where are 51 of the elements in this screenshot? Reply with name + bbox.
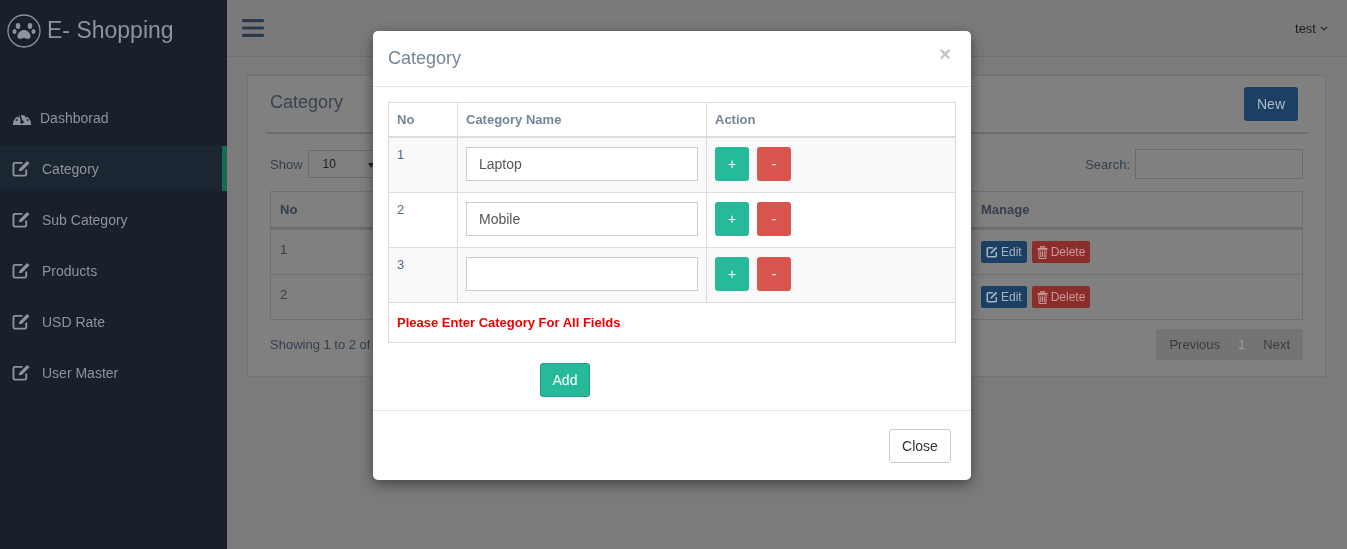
add-button[interactable]: Add <box>540 362 590 397</box>
page-link[interactable]: Previous <box>1160 337 1230 352</box>
add-row-button[interactable]: + <box>715 256 749 291</box>
column-header: No <box>279 201 299 219</box>
add-row-button[interactable]: + <box>715 147 749 181</box>
add-row-button[interactable]: + <box>715 201 749 236</box>
remove-row-button[interactable]: - <box>757 256 791 291</box>
user-menu[interactable]: test <box>1295 20 1328 36</box>
delete-button[interactable]: Delete <box>1031 286 1091 308</box>
brand-title: E- Shopping <box>47 17 174 44</box>
edit-icon <box>12 364 31 381</box>
menu-icon[interactable] <box>242 19 264 37</box>
category-input[interactable] <box>466 256 698 291</box>
table-info: Showing 1 to 2 of <box>270 337 371 352</box>
sidebar-item[interactable]: Products <box>0 248 227 293</box>
row-number: 1 <box>397 147 405 162</box>
edit-icon <box>986 291 998 303</box>
column-header: Manage <box>980 201 1031 219</box>
trash-icon <box>1036 290 1048 304</box>
show-label: Show <box>270 156 303 172</box>
category-input[interactable]: Laptop <box>466 147 698 181</box>
delete-button[interactable]: Delete <box>1031 241 1091 263</box>
row-number: 3 <box>397 256 405 272</box>
sidebar-item[interactable]: Category <box>0 146 227 191</box>
new-button[interactable]: New <box>1244 87 1298 121</box>
edit-icon <box>12 160 31 177</box>
page-link[interactable]: Next <box>1254 337 1299 352</box>
chevron-down-icon <box>1320 25 1328 31</box>
table-cell-text: 1 <box>279 241 289 259</box>
panel-title: Category <box>270 91 344 114</box>
table-cell-text: 2 <box>279 286 289 304</box>
category-input[interactable]: Mobile <box>466 201 698 236</box>
edit-button[interactable]: Edit <box>981 241 1027 263</box>
edit-icon <box>12 211 31 228</box>
edit-icon <box>12 313 31 330</box>
sidebar-item[interactable]: User Master <box>0 350 227 395</box>
row-number: 2 <box>397 201 405 217</box>
close-button[interactable]: Close <box>889 428 951 463</box>
remove-row-button[interactable]: - <box>757 201 791 236</box>
edit-button[interactable]: Edit <box>981 286 1027 308</box>
edit-icon <box>986 246 998 258</box>
paw-logo-icon <box>7 13 41 48</box>
sidebar-item[interactable]: USD Rate <box>0 299 227 344</box>
sidebar-item[interactable]: Dashborad <box>0 95 227 140</box>
error-message: Please Enter Category For All Fields <box>397 314 621 330</box>
dialog-title: Category <box>388 48 462 69</box>
edit-icon <box>12 262 31 279</box>
search-label: Search: <box>1085 156 1130 172</box>
trash-icon <box>1036 245 1048 259</box>
sidebar-item[interactable]: Sub Category <box>0 197 227 242</box>
remove-row-button[interactable]: - <box>757 147 791 181</box>
